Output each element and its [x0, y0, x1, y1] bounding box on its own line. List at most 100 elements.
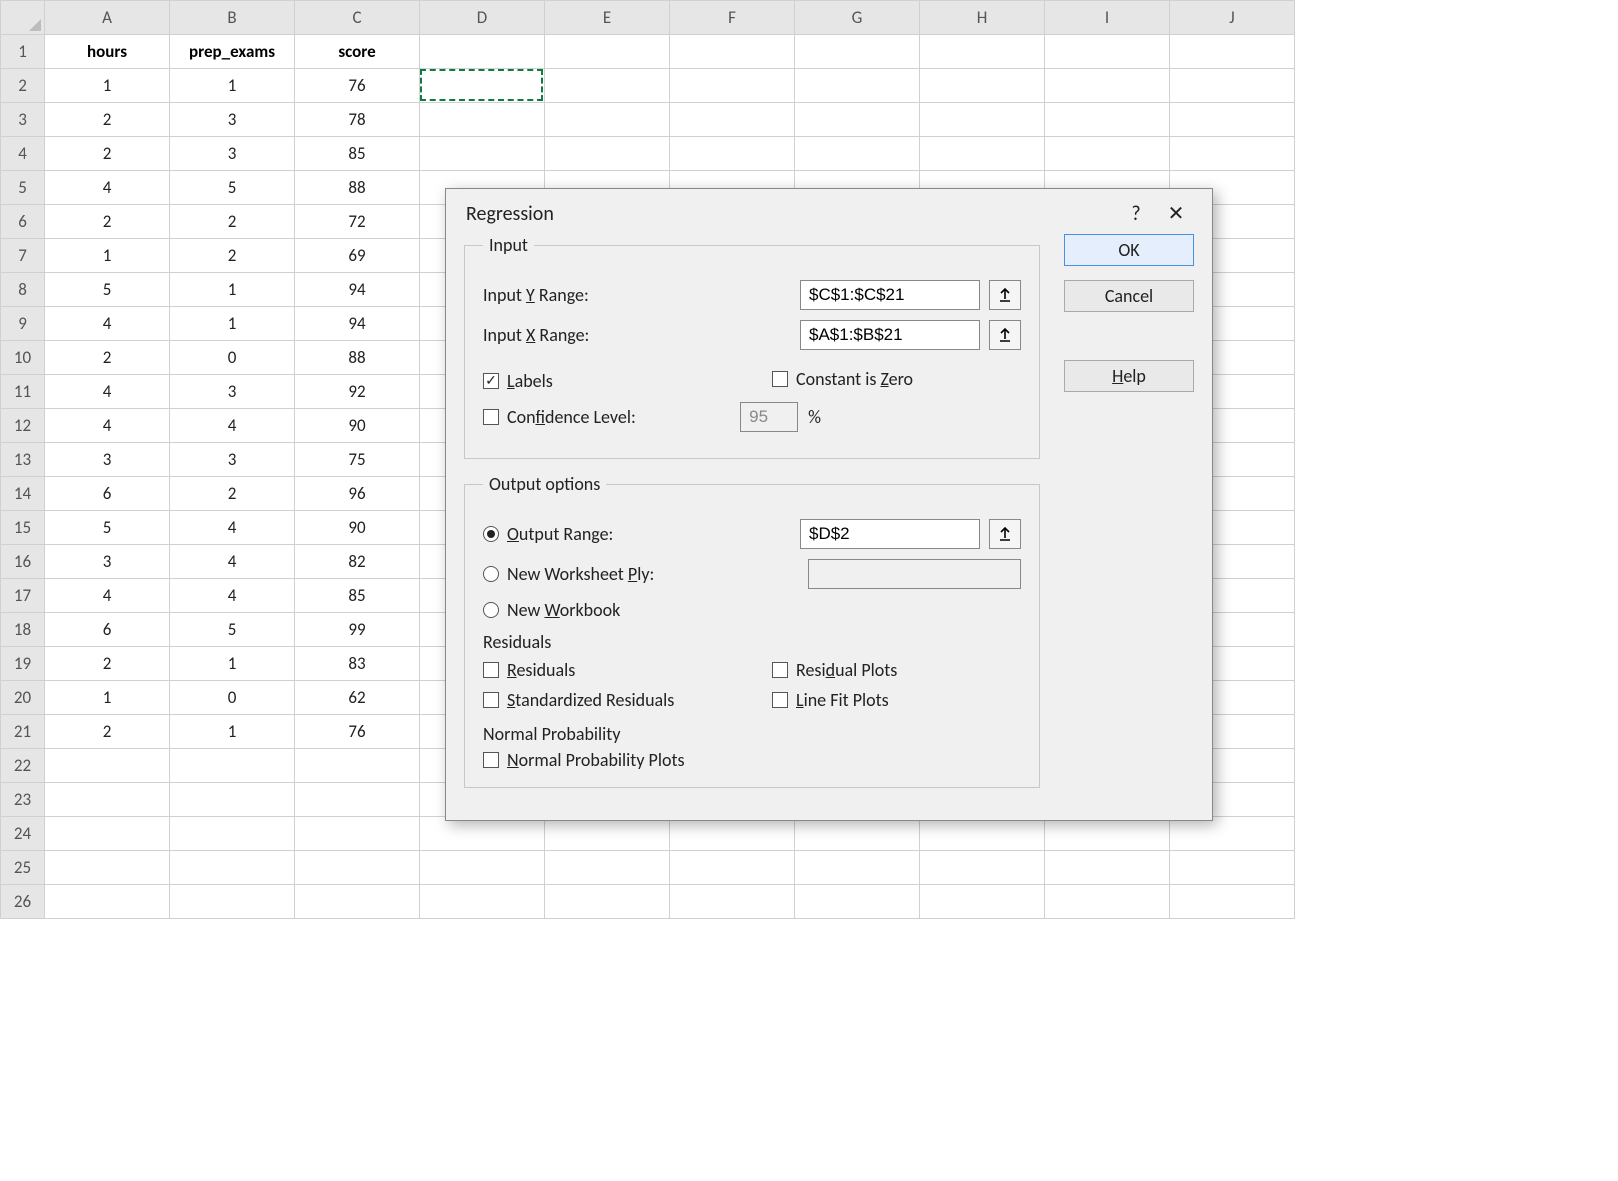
cell-I4[interactable]	[1045, 137, 1170, 171]
cell-D2[interactable]	[420, 69, 545, 103]
cell-F4[interactable]	[670, 137, 795, 171]
cell-E2[interactable]	[545, 69, 670, 103]
cell-C4[interactable]: 85	[295, 137, 420, 171]
row-header-24[interactable]: 24	[1, 817, 45, 851]
cell-I26[interactable]	[1045, 885, 1170, 919]
labels-checkbox[interactable]: Labels	[483, 370, 553, 392]
cell-C6[interactable]: 72	[295, 205, 420, 239]
row-header-8[interactable]: 8	[1, 273, 45, 307]
cell-F26[interactable]	[670, 885, 795, 919]
cell-A25[interactable]	[45, 851, 170, 885]
cell-B3[interactable]: 3	[170, 103, 295, 137]
cell-B22[interactable]	[170, 749, 295, 783]
cell-A24[interactable]	[45, 817, 170, 851]
row-header-25[interactable]: 25	[1, 851, 45, 885]
cell-I24[interactable]	[1045, 817, 1170, 851]
row-header-21[interactable]: 21	[1, 715, 45, 749]
cell-H3[interactable]	[920, 103, 1045, 137]
constant-zero-checkbox[interactable]: Constant is Zero	[772, 368, 913, 390]
cell-B8[interactable]: 1	[170, 273, 295, 307]
cell-H24[interactable]	[920, 817, 1045, 851]
column-header-H[interactable]: H	[920, 1, 1045, 35]
cell-G4[interactable]	[795, 137, 920, 171]
row-header-20[interactable]: 20	[1, 681, 45, 715]
cell-C8[interactable]: 94	[295, 273, 420, 307]
row-header-18[interactable]: 18	[1, 613, 45, 647]
cell-C10[interactable]: 88	[295, 341, 420, 375]
cell-F2[interactable]	[670, 69, 795, 103]
cell-B14[interactable]: 2	[170, 477, 295, 511]
column-header-F[interactable]: F	[670, 1, 795, 35]
new-worksheet-radio[interactable]: New Worksheet Ply:	[483, 563, 654, 585]
ref-button-output[interactable]	[989, 519, 1021, 549]
cell-C2[interactable]: 76	[295, 69, 420, 103]
cell-C7[interactable]: 69	[295, 239, 420, 273]
residual-plots-checkbox[interactable]: Residual Plots	[772, 659, 897, 681]
cell-I1[interactable]	[1045, 35, 1170, 69]
column-header-J[interactable]: J	[1170, 1, 1295, 35]
cell-C9[interactable]: 94	[295, 307, 420, 341]
row-header-16[interactable]: 16	[1, 545, 45, 579]
cell-B24[interactable]	[170, 817, 295, 851]
cell-B18[interactable]: 5	[170, 613, 295, 647]
cell-C18[interactable]: 99	[295, 613, 420, 647]
cell-D4[interactable]	[420, 137, 545, 171]
cell-C11[interactable]: 92	[295, 375, 420, 409]
cell-C15[interactable]: 90	[295, 511, 420, 545]
cell-A2[interactable]: 1	[45, 69, 170, 103]
cell-A1[interactable]: hours	[45, 35, 170, 69]
cell-A7[interactable]: 1	[45, 239, 170, 273]
cell-C14[interactable]: 96	[295, 477, 420, 511]
cell-J24[interactable]	[1170, 817, 1295, 851]
cell-E1[interactable]	[545, 35, 670, 69]
row-header-19[interactable]: 19	[1, 647, 45, 681]
cell-B26[interactable]	[170, 885, 295, 919]
cell-J2[interactable]	[1170, 69, 1295, 103]
cancel-button[interactable]: Cancel	[1064, 280, 1194, 312]
cell-G26[interactable]	[795, 885, 920, 919]
cell-C25[interactable]	[295, 851, 420, 885]
cell-A17[interactable]: 4	[45, 579, 170, 613]
help-icon[interactable]: ?	[1116, 202, 1156, 226]
cell-B5[interactable]: 5	[170, 171, 295, 205]
cell-H1[interactable]	[920, 35, 1045, 69]
cell-A8[interactable]: 5	[45, 273, 170, 307]
cell-D26[interactable]	[420, 885, 545, 919]
cell-B4[interactable]: 3	[170, 137, 295, 171]
cell-A13[interactable]: 3	[45, 443, 170, 477]
cell-A6[interactable]: 2	[45, 205, 170, 239]
cell-A16[interactable]: 3	[45, 545, 170, 579]
cell-B19[interactable]: 1	[170, 647, 295, 681]
cell-B21[interactable]: 1	[170, 715, 295, 749]
output-range-input[interactable]	[800, 519, 980, 549]
ok-button[interactable]: OK	[1064, 234, 1194, 266]
cell-C3[interactable]: 78	[295, 103, 420, 137]
cell-D3[interactable]	[420, 103, 545, 137]
cell-B6[interactable]: 2	[170, 205, 295, 239]
cell-C17[interactable]: 85	[295, 579, 420, 613]
cell-B23[interactable]	[170, 783, 295, 817]
cell-H26[interactable]	[920, 885, 1045, 919]
cell-G2[interactable]	[795, 69, 920, 103]
output-range-radio[interactable]: Output Range:	[483, 523, 613, 545]
cell-J26[interactable]	[1170, 885, 1295, 919]
cell-A5[interactable]: 4	[45, 171, 170, 205]
line-fit-plots-checkbox[interactable]: Line Fit Plots	[772, 689, 889, 711]
cell-H25[interactable]	[920, 851, 1045, 885]
cell-G25[interactable]	[795, 851, 920, 885]
row-header-1[interactable]: 1	[1, 35, 45, 69]
cell-A22[interactable]	[45, 749, 170, 783]
row-header-15[interactable]: 15	[1, 511, 45, 545]
help-button[interactable]: Help	[1064, 360, 1194, 392]
cell-B12[interactable]: 4	[170, 409, 295, 443]
cell-C16[interactable]: 82	[295, 545, 420, 579]
cell-B15[interactable]: 4	[170, 511, 295, 545]
cell-A10[interactable]: 2	[45, 341, 170, 375]
row-header-14[interactable]: 14	[1, 477, 45, 511]
cell-A12[interactable]: 4	[45, 409, 170, 443]
row-header-5[interactable]: 5	[1, 171, 45, 205]
cell-A9[interactable]: 4	[45, 307, 170, 341]
row-header-4[interactable]: 4	[1, 137, 45, 171]
cell-A15[interactable]: 5	[45, 511, 170, 545]
cell-B9[interactable]: 1	[170, 307, 295, 341]
